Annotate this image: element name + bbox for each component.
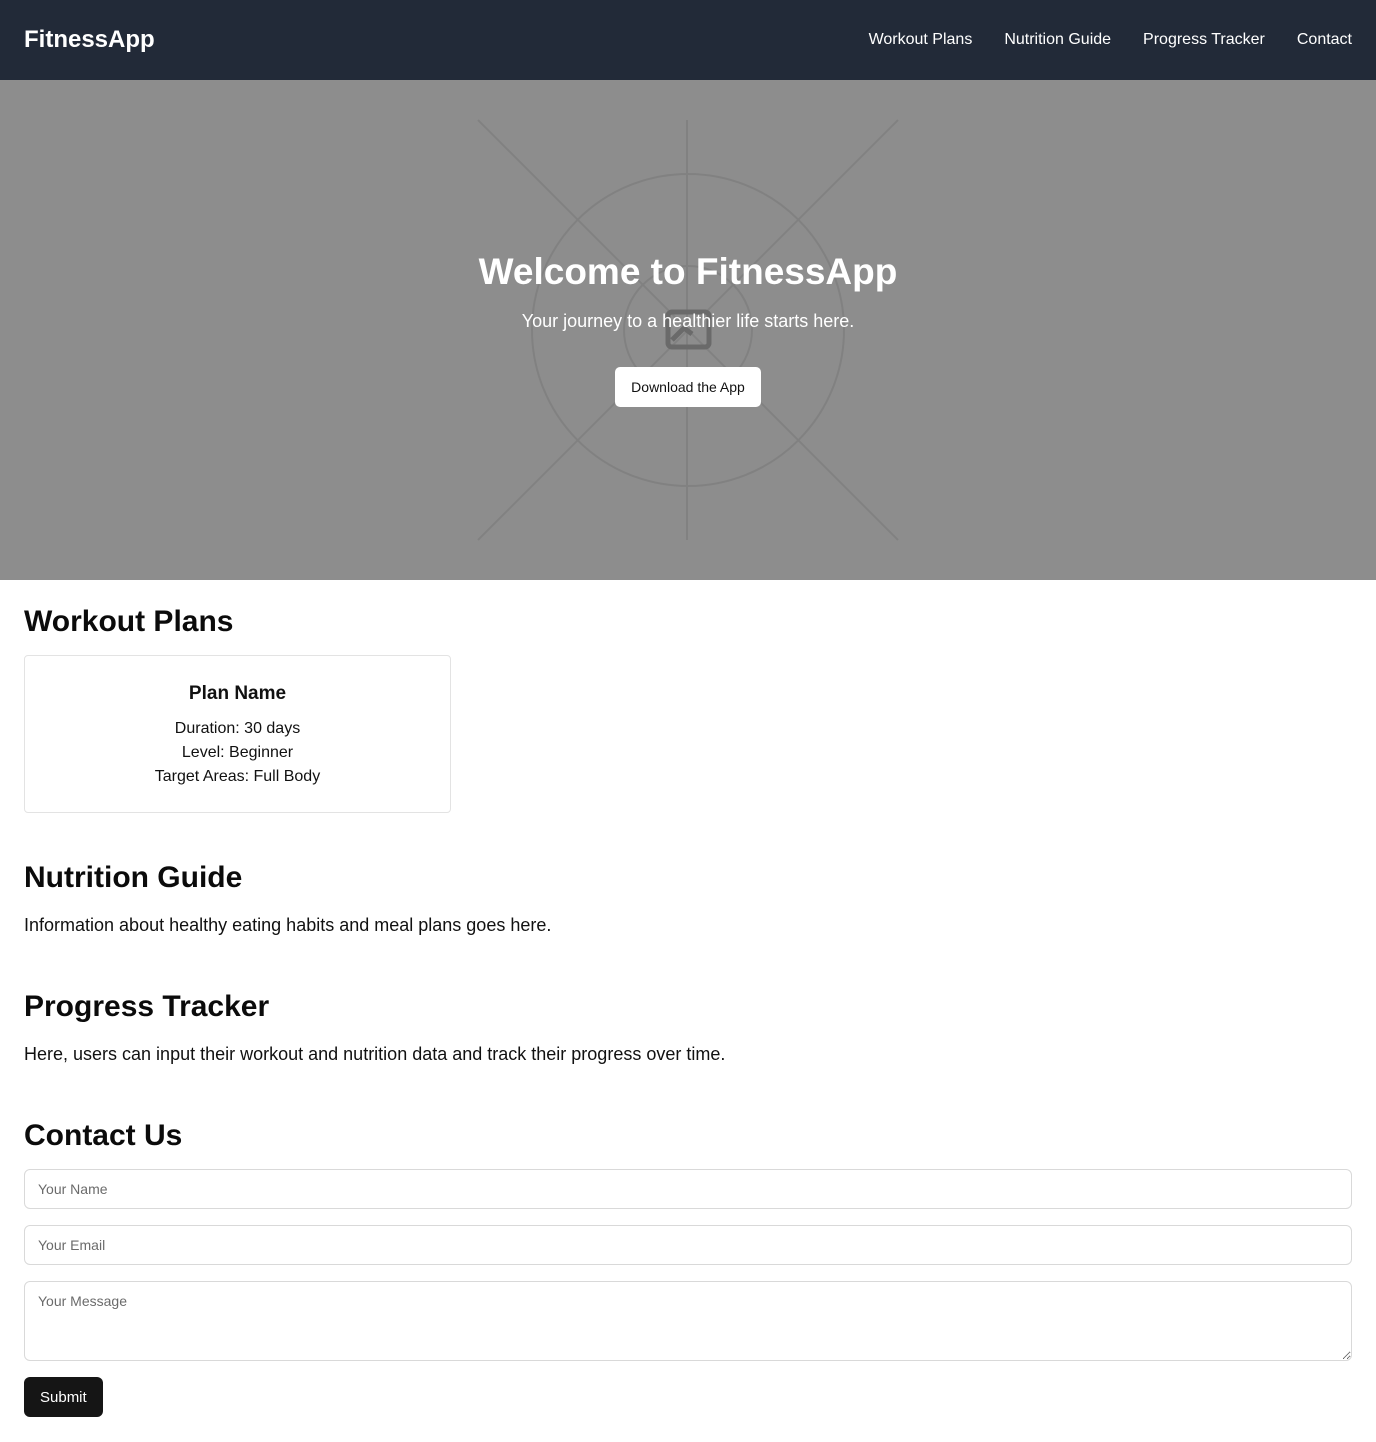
message-textarea[interactable] (24, 1281, 1352, 1361)
contact-section: Contact Us Submit (0, 1065, 1376, 1417)
nutrition-guide-text: Information about healthy eating habits … (24, 915, 552, 935)
hero-content: Welcome to FitnessApp Your journey to a … (0, 250, 1376, 407)
progress-tracker-section: Progress Tracker Here, users can input t… (0, 936, 1376, 1065)
progress-tracker-text: Here, users can input their workout and … (24, 1044, 726, 1064)
hero-banner: Welcome to FitnessApp Your journey to a … (0, 80, 1376, 580)
plan-details: Duration: 30 days Level: Beginner Target… (25, 717, 450, 789)
plan-level: Level: Beginner (181, 744, 294, 761)
submit-button[interactable]: Submit (24, 1377, 103, 1417)
plan-duration: Duration: 30 days (174, 720, 301, 737)
progress-tracker-heading: Progress Tracker (24, 990, 270, 1023)
main-nav: Workout Plans Nutrition Guide Progress T… (869, 31, 1352, 49)
nav-link-workout-plans[interactable]: Workout Plans (869, 31, 973, 49)
workout-plans-heading: Workout Plans (24, 605, 234, 638)
hero-title: Welcome to FitnessApp (478, 251, 898, 292)
email-input[interactable] (24, 1225, 1352, 1265)
top-navbar: FitnessApp Workout Plans Nutrition Guide… (0, 0, 1376, 80)
plan-card[interactable]: Plan Name Duration: 30 days Level: Begin… (24, 655, 451, 813)
name-input[interactable] (24, 1169, 1352, 1209)
nutrition-guide-heading: Nutrition Guide (24, 861, 243, 894)
contact-heading: Contact Us (24, 1119, 183, 1152)
nav-link-nutrition-guide[interactable]: Nutrition Guide (1004, 31, 1111, 49)
brand-logo[interactable]: FitnessApp (24, 26, 155, 54)
download-app-button[interactable]: Download the App (615, 367, 761, 407)
hero-subtitle: Your journey to a healthier life starts … (521, 311, 855, 331)
nutrition-guide-section: Nutrition Guide Information about health… (0, 813, 1376, 936)
nav-link-contact[interactable]: Contact (1297, 31, 1352, 49)
plan-name: Plan Name (188, 683, 287, 704)
contact-form: Submit (24, 1169, 1352, 1417)
plan-target-areas: Target Areas: Full Body (154, 768, 321, 785)
workout-plans-section: Workout Plans Plan Name Duration: 30 day… (0, 580, 1376, 813)
nav-link-progress-tracker[interactable]: Progress Tracker (1143, 31, 1265, 49)
